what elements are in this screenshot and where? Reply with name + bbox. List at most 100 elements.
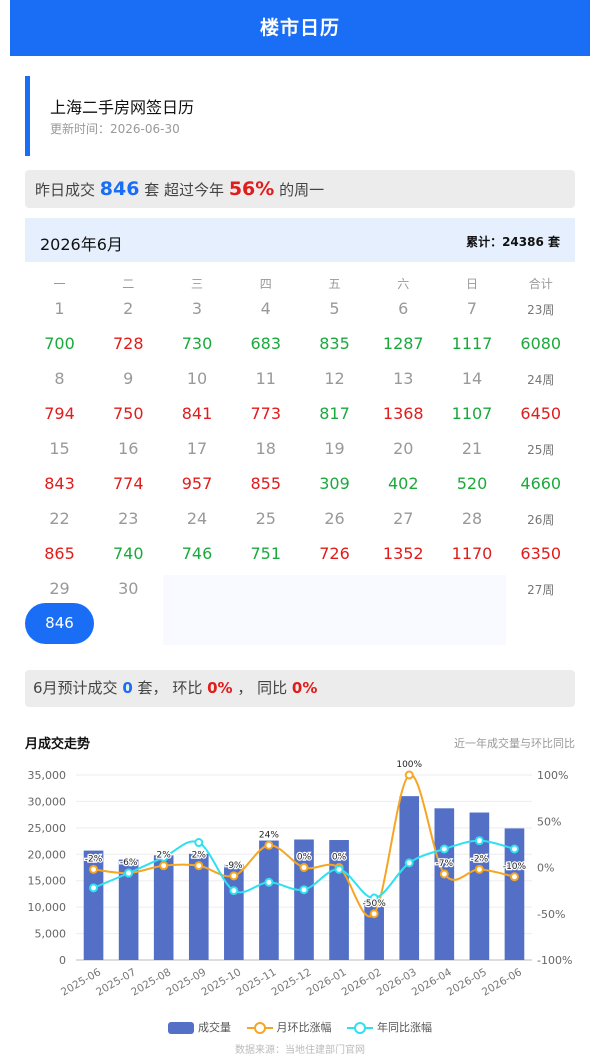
line-point xyxy=(474,864,484,874)
week-total[interactable]: 4660 xyxy=(506,474,575,493)
weekday-header: 五 xyxy=(328,277,341,291)
daily-deals[interactable]: 773 xyxy=(231,404,300,423)
day-number[interactable]: 12 xyxy=(300,369,369,388)
daily-deals[interactable]: 835 xyxy=(300,334,369,353)
daily-deals[interactable]: 751 xyxy=(231,544,300,563)
daily-deals[interactable]: 865 xyxy=(25,544,94,563)
daily-deals[interactable]: 728 xyxy=(94,334,163,353)
day-number[interactable]: 29 xyxy=(25,579,94,598)
day-number[interactable]: 5 xyxy=(300,299,369,318)
day-number[interactable]: 3 xyxy=(163,299,232,318)
day-number[interactable]: 23 xyxy=(94,509,163,528)
day-number[interactable]: 26 xyxy=(300,509,369,528)
daily-deals[interactable]: 774 xyxy=(94,474,163,493)
daily-deals[interactable]: 855 xyxy=(231,474,300,493)
legend-bar[interactable]: 成交量 xyxy=(168,1019,231,1035)
day-number[interactable]: 14 xyxy=(438,369,507,388)
daily-deals[interactable]: 957 xyxy=(163,474,232,493)
line-point xyxy=(264,840,274,850)
day-number[interactable]: 15 xyxy=(25,439,94,458)
daily-deals[interactable]: 794 xyxy=(25,404,94,423)
daily-deals[interactable]: 730 xyxy=(163,334,232,353)
legend-mom[interactable]: 月环比涨幅 xyxy=(246,1019,332,1035)
daily-deals[interactable]: 402 xyxy=(369,474,438,493)
day-number[interactable]: 17 xyxy=(163,439,232,458)
line-point xyxy=(404,858,414,868)
day-number[interactable]: 10 xyxy=(163,369,232,388)
daily-deals[interactable]: 309 xyxy=(300,474,369,493)
legend-yoy-label: 年同比涨幅 xyxy=(377,1021,432,1034)
left-tick-label: 0 xyxy=(59,954,66,967)
chart-legend: 成交量 月环比涨幅 年同比涨幅 xyxy=(0,1019,600,1035)
month-forecast: 6月预计成交 0 套， 环比 0% ， 同比 0% xyxy=(25,670,575,707)
line-point xyxy=(299,863,309,872)
week-total[interactable]: 6450 xyxy=(506,404,575,423)
daily-deals[interactable]: 1287 xyxy=(369,334,438,353)
day-number[interactable]: 13 xyxy=(369,369,438,388)
left-tick-label: 5,000 xyxy=(35,928,67,941)
bar xyxy=(399,796,420,960)
daily-deals[interactable]: 1368 xyxy=(369,404,438,423)
day-number[interactable]: 6 xyxy=(369,299,438,318)
day-number[interactable]: 11 xyxy=(231,369,300,388)
day-number[interactable]: 1 xyxy=(25,299,94,318)
data-label: -50% xyxy=(363,899,387,909)
daily-deals[interactable]: 700 xyxy=(25,334,94,353)
legend-yoy[interactable]: 年同比涨幅 xyxy=(347,1019,432,1035)
x-tick-label: 2026-06 xyxy=(480,966,524,998)
right-tick-label: -50% xyxy=(537,908,565,921)
daily-deals[interactable]: 746 xyxy=(163,544,232,563)
daily-deals[interactable]: 750 xyxy=(94,404,163,423)
forecast-mom-label: 套， 环比 xyxy=(137,679,203,697)
daily-deals[interactable]: 841 xyxy=(163,404,232,423)
today-cell[interactable]: 846 xyxy=(25,603,94,644)
right-tick-label: 50% xyxy=(537,815,561,828)
day-number[interactable]: 20 xyxy=(369,439,438,458)
daily-deals[interactable]: 683 xyxy=(231,334,300,353)
week-label: 27周 xyxy=(527,583,555,597)
left-tick-label: 25,000 xyxy=(28,822,67,835)
line-point xyxy=(334,864,344,874)
line-point xyxy=(299,885,309,895)
daily-deals[interactable]: 1107 xyxy=(438,404,507,423)
day-number[interactable]: 16 xyxy=(94,439,163,458)
day-number[interactable]: 28 xyxy=(438,509,507,528)
forecast-yoy: 0% xyxy=(291,679,318,697)
day-number[interactable]: 24 xyxy=(163,509,232,528)
daily-deals[interactable]: 843 xyxy=(25,474,94,493)
summary-suffix: 的周一 xyxy=(279,181,325,199)
day-number[interactable]: 30 xyxy=(94,579,163,598)
daily-deals[interactable]: 1170 xyxy=(438,544,507,563)
day-number[interactable]: 8 xyxy=(25,369,94,388)
daily-deals[interactable]: 740 xyxy=(94,544,163,563)
day-number[interactable]: 4 xyxy=(231,299,300,318)
week-total[interactable]: 6080 xyxy=(506,334,575,353)
calendar-title: 上海二手房网签日历 xyxy=(50,98,195,117)
day-number[interactable]: 22 xyxy=(25,509,94,528)
day-number[interactable]: 25 xyxy=(231,509,300,528)
day-number[interactable]: 2 xyxy=(94,299,163,318)
weekday-header: 合计 xyxy=(528,277,553,291)
day-number[interactable]: 18 xyxy=(231,439,300,458)
daily-deals[interactable]: 1117 xyxy=(438,334,507,353)
daily-deals[interactable]: 1352 xyxy=(369,544,438,563)
bar xyxy=(259,840,279,960)
day-number[interactable]: 9 xyxy=(94,369,163,388)
line-point xyxy=(369,909,379,919)
line-point xyxy=(439,869,449,879)
data-label: -2% xyxy=(85,854,103,864)
daily-deals[interactable]: 726 xyxy=(300,544,369,563)
bar xyxy=(434,808,455,960)
daily-deals[interactable]: 817 xyxy=(300,404,369,423)
daily-deals[interactable]: 520 xyxy=(438,474,507,493)
day-number[interactable]: 7 xyxy=(438,299,507,318)
line-swatch-icon xyxy=(347,1022,373,1034)
day-number[interactable]: 21 xyxy=(438,439,507,458)
week-total[interactable]: 6350 xyxy=(506,544,575,563)
month-total: 累计：24386 套 xyxy=(466,235,560,249)
forecast-label: 6月预计成交 xyxy=(33,679,118,697)
week-label: 26周 xyxy=(527,513,555,527)
day-number[interactable]: 19 xyxy=(300,439,369,458)
left-tick-label: 30,000 xyxy=(28,795,67,808)
day-number[interactable]: 27 xyxy=(369,509,438,528)
